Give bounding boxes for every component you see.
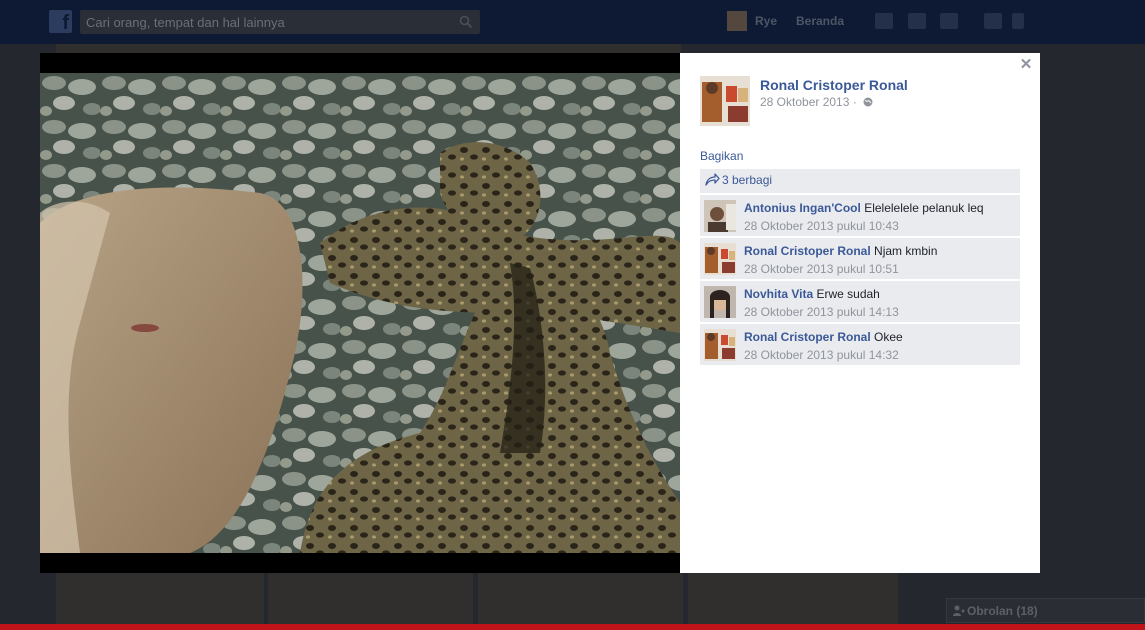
commenter-avatar[interactable] [704,200,736,232]
home-link[interactable]: Beranda [796,14,844,28]
comment-item: Novhita Vita Erwe sudah 28 Oktober 2013 … [700,281,1020,322]
meta-separator: · [852,95,857,109]
post-details-panel: ✕ Ronal Cristoper Ronal 28 Oktober 2013 … [680,53,1040,573]
commenter-name-link[interactable]: Novhita Vita [744,287,813,301]
comment-text: Njam kmbin [874,244,938,258]
globe-icon[interactable] [863,97,873,107]
comment-timestamp[interactable]: 28 Oktober 2013 pukul 10:51 [744,262,899,276]
comment-body: Novhita Vita Erwe sudah [744,287,880,301]
commenter-name-link[interactable]: Antonius Ingan'Cool [744,201,861,215]
comment-text: Elelelelele pelanuk leq [864,201,984,215]
bottom-status-strip [0,624,1145,630]
chat-sidebar-button[interactable]: Obrolan (18) [946,598,1145,623]
author-avatar[interactable] [700,76,750,126]
comment-text: Okee [874,330,903,344]
user-avatar[interactable] [727,11,747,31]
post-date-link[interactable]: 28 Oktober 2013 [760,95,849,109]
comment-item: Ronal Cristoper Ronal Okee 28 Oktober 20… [700,324,1020,365]
privacy-shortcuts-icon[interactable] [984,13,1002,29]
shares-row[interactable]: 3 berbagi [700,169,1020,193]
comment-body: Ronal Cristoper Ronal Okee [744,330,903,344]
comment-body: Antonius Ingan'Cool Elelelelele pelanuk … [744,201,984,215]
comment-body: Ronal Cristoper Ronal Njam kmbin [744,244,937,258]
person-icon [953,605,965,616]
friend-requests-icon[interactable] [875,13,893,29]
background-thumbnail [688,573,898,625]
post-meta: 28 Oktober 2013 · [760,95,873,109]
top-navigation-bar: f Rye Beranda [0,0,1145,44]
share-link[interactable]: Bagikan [700,149,743,163]
author-name-link[interactable]: Ronal Cristoper Ronal [760,77,908,93]
share-count[interactable]: 3 berbagi [722,173,772,187]
commenter-name-link[interactable]: Ronal Cristoper Ronal [744,330,871,344]
share-arrow-icon [705,173,720,186]
commenter-avatar[interactable] [704,243,736,275]
comment-timestamp[interactable]: 28 Oktober 2013 pukul 14:13 [744,305,899,319]
facebook-logo-icon[interactable]: f [49,10,72,34]
commenter-avatar[interactable] [704,329,736,361]
comment-timestamp[interactable]: 28 Oktober 2013 pukul 14:32 [744,348,899,362]
comment-timestamp[interactable]: 28 Oktober 2013 pukul 10:43 [744,219,899,233]
messages-icon[interactable] [908,13,926,29]
photo-viewer-stage [40,53,680,573]
notifications-icon[interactable] [940,13,958,29]
background-thumbnail [56,573,264,625]
search-input[interactable] [86,13,446,31]
search-icon[interactable] [459,15,473,29]
chat-label: Obrolan (18) [967,604,1038,618]
comment-item: Antonius Ingan'Cool Elelelelele pelanuk … [700,195,1020,236]
close-icon[interactable]: ✕ [1018,55,1034,75]
search-box [80,10,480,34]
post-photo[interactable] [40,73,680,553]
background-thumbnail [478,573,683,625]
feedback-section: 3 berbagi Antonius Ingan'Cool Elelelelel… [700,169,1020,367]
background-thumbnail [268,573,473,625]
account-menu-chevron-icon[interactable] [1012,13,1024,29]
comment-item: Ronal Cristoper Ronal Njam kmbin 28 Okto… [700,238,1020,279]
commenter-name-link[interactable]: Ronal Cristoper Ronal [744,244,871,258]
commenter-avatar[interactable] [704,286,736,318]
profile-link[interactable]: Rye [755,14,777,28]
comment-text: Erwe sudah [816,287,880,301]
